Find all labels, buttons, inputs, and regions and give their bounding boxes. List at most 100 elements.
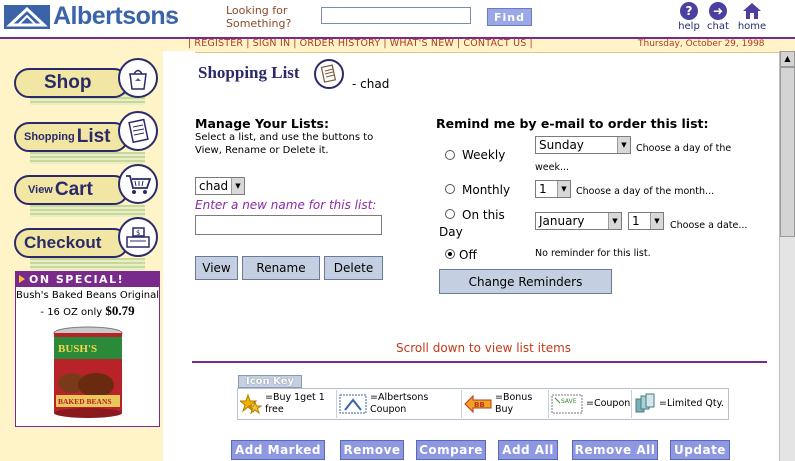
home-link[interactable]: home (736, 2, 768, 32)
change-reminders-button[interactable]: Change Reminders (439, 269, 612, 294)
date-day-select[interactable]: 1 ▼ (628, 212, 664, 230)
weekly-day-value: Sunday (539, 138, 584, 152)
list-select[interactable]: chad ▼ (195, 177, 245, 195)
rename-prompt: Enter a new name for this list: (195, 198, 377, 212)
home-label: home (737, 21, 767, 32)
cart-big-label: Cart (54, 179, 93, 200)
dropdown-arrow-icon: ▼ (650, 213, 663, 229)
sidebar-stripe (30, 205, 145, 217)
add-marked-button[interactable]: Add Marked (231, 440, 325, 460)
coupon-icon: SAVE (551, 393, 583, 415)
weekly-hint-line1: Choose a day of the (636, 143, 732, 154)
save-text: SAVE (561, 398, 577, 405)
dropdown-arrow-icon: ▼ (608, 213, 621, 229)
cart-icon[interactable] (118, 164, 158, 204)
key-bogo-text: =Buy 1get 1 free (265, 392, 325, 415)
monthly-day-value: 1 (539, 182, 547, 196)
day-label: Day (439, 225, 463, 239)
key-bogo: =Buy 1get 1 free (240, 390, 334, 418)
on-this-label: On this (462, 208, 505, 222)
manage-lists-heading: Manage Your Lists: (195, 116, 329, 131)
chat-arrow-icon: ➜ (709, 2, 727, 20)
help-link[interactable]: ? help (675, 2, 703, 32)
date-radio[interactable] (445, 209, 455, 219)
can-brand: BUSH'S (58, 343, 97, 355)
key-limited-text: =Limited Qty. (659, 398, 724, 409)
sidebar-stripe (30, 258, 145, 270)
limited-quantity-icon (634, 393, 656, 415)
weekly-radio[interactable] (445, 150, 455, 160)
update-button[interactable]: Update (670, 440, 730, 460)
off-hint: No reminder for this list. (535, 248, 651, 259)
remove-button[interactable]: Remove (340, 440, 404, 460)
nav-contact-us-link[interactable]: CONTACT US (460, 38, 529, 49)
can-label: BAKED BEANS (58, 397, 112, 406)
compare-button[interactable]: Compare (416, 440, 486, 460)
rename-input[interactable] (195, 215, 382, 235)
icon-key-label: Icon Key (238, 375, 302, 388)
home-icon (743, 3, 761, 19)
sidebar-checkout-button[interactable]: Checkout (14, 228, 129, 258)
weekly-label: Weekly (462, 148, 506, 162)
list-owner: - chad (352, 77, 390, 91)
key-limited-qty: =Limited Qty. (634, 390, 726, 418)
shop-bag-icon[interactable] (118, 58, 158, 98)
special-price: $0.79 (105, 303, 135, 318)
logo-text[interactable]: Albertsons (53, 2, 179, 31)
add-all-button[interactable]: Add All (498, 440, 558, 460)
shopping-list-icon[interactable] (118, 111, 158, 151)
monthly-day-select[interactable]: 1 ▼ (535, 180, 571, 198)
search-input[interactable] (321, 7, 471, 24)
rename-button[interactable]: Rename (242, 256, 320, 280)
sidebar-gutter (163, 51, 195, 461)
baked-beans-can-image[interactable]: BUSH'S BAKED BEANS (52, 325, 124, 420)
albertsons-logo-icon[interactable] (4, 5, 50, 29)
monthly-hint: Choose a day of the month... (576, 186, 715, 197)
weekly-day-select[interactable]: Sunday ▼ (535, 136, 631, 154)
find-button[interactable]: Find (487, 8, 532, 26)
on-special-header: ON SPECIAL! (15, 271, 160, 287)
sidebar-cart-button[interactable]: View Cart (14, 175, 129, 205)
nav-order-history-link[interactable]: ORDER HISTORY (297, 38, 384, 49)
sidebar-shop-button[interactable]: Shop (14, 68, 129, 98)
albertsons-coupon-icon (339, 393, 367, 415)
special-size: - 16 OZ only (40, 307, 103, 318)
scroll-up-arrow-icon[interactable]: ▲ (780, 51, 795, 67)
nav-sign-in-link[interactable]: SIGN IN (250, 38, 294, 49)
nav-register-link[interactable]: REGISTER (191, 38, 246, 49)
date-day-value: 1 (632, 214, 640, 228)
chat-label: chat (707, 21, 729, 32)
off-radio[interactable] (445, 249, 455, 259)
chat-link[interactable]: ➜ chat (704, 2, 732, 32)
list-small-label: Shopping (24, 131, 75, 143)
nav-whats-new-link[interactable]: WHAT'S NEW (387, 38, 457, 49)
bb-text: BB (474, 401, 485, 409)
cash-register-icon[interactable]: $ (118, 217, 158, 257)
view-button[interactable]: View (195, 256, 238, 280)
key-albertsons-text: =Albertsons Coupon (370, 392, 429, 415)
list-big-label: List (76, 126, 111, 147)
search-prompt-line2: Something? (226, 17, 292, 30)
monthly-radio[interactable] (445, 184, 455, 194)
date-month-value: January (539, 214, 585, 228)
scrollbar-thumb[interactable] (780, 67, 795, 237)
remove-all-button[interactable]: Remove All (572, 440, 658, 460)
sidebar-list-button[interactable]: Shopping List (14, 122, 129, 152)
current-date: Thursday, October 29, 1998 (638, 39, 765, 49)
sidebar-stripe (30, 152, 145, 164)
dropdown-arrow-icon: ▼ (617, 137, 630, 153)
dropdown-arrow-icon: ▼ (557, 181, 570, 197)
cart-small-label: View (28, 184, 53, 196)
monthly-label: Monthly (462, 183, 511, 197)
date-month-select[interactable]: January ▼ (535, 212, 622, 230)
buy-one-get-one-icon (240, 393, 262, 415)
svg-text:$: $ (136, 229, 140, 237)
checkout-label: Checkout (24, 233, 102, 252)
bonus-buy-icon: BB (464, 393, 492, 415)
off-label: Off (459, 248, 477, 262)
weekly-hint-line2: week... (535, 162, 570, 173)
key-separator (548, 390, 549, 418)
page-title: Shopping List (198, 63, 300, 82)
delete-button[interactable]: Delete (324, 256, 383, 280)
key-separator (631, 390, 632, 418)
